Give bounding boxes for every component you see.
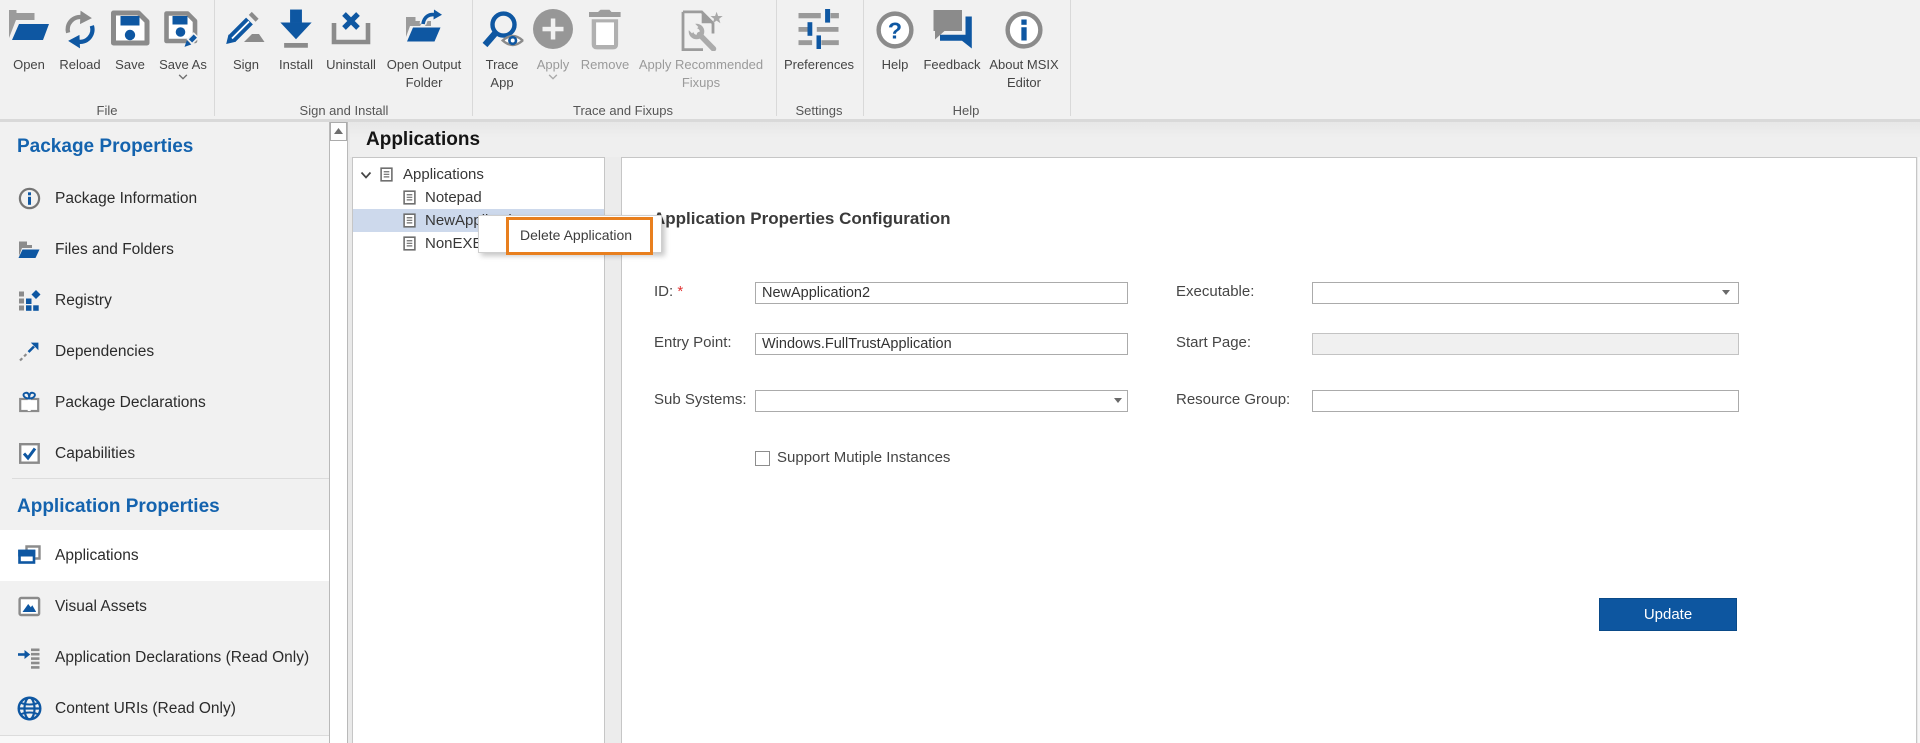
svg-text:?: ? [888, 17, 902, 43]
